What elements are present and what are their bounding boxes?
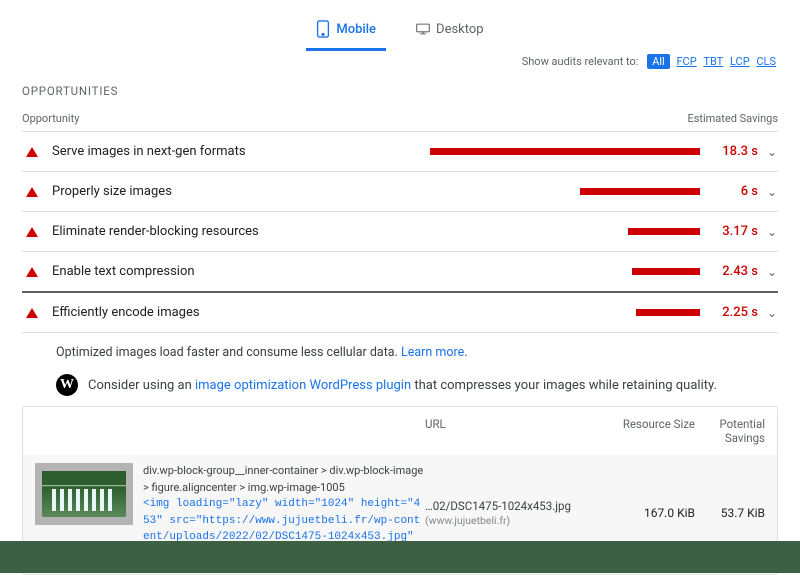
filter-label: Show audits relevant to: xyxy=(522,55,639,68)
col-savings: Potential Savings xyxy=(695,417,765,445)
opportunities-section: OPPORTUNITIES Opportunity Estimated Savi… xyxy=(0,84,800,396)
wp-pre-text: Consider using an xyxy=(88,378,195,393)
chevron-down-icon: ⌄ xyxy=(766,265,778,279)
opportunity-label: Properly size images xyxy=(52,184,372,199)
opportunity-row[interactable]: Enable text compression 2.43 s ⌄ xyxy=(22,252,778,293)
potential-savings: 53.7 KiB xyxy=(695,506,765,520)
tab-desktop[interactable]: Desktop xyxy=(406,14,494,51)
mobile-icon xyxy=(316,20,330,38)
tab-desktop-label: Desktop xyxy=(436,22,484,37)
warning-icon xyxy=(26,308,38,318)
resource-url[interactable]: …02/DSC1475-1024x453.jpg (www.jujuetbeli… xyxy=(425,499,595,527)
savings-value: 6 s xyxy=(706,184,758,199)
warning-icon xyxy=(26,267,38,277)
savings-bar-area xyxy=(372,148,700,155)
subhead-savings: Estimated Savings xyxy=(687,112,778,125)
chevron-down-icon: ⌄ xyxy=(766,306,778,320)
section-title: OPPORTUNITIES xyxy=(22,84,778,98)
wp-post-text: that compresses your images while retain… xyxy=(411,378,717,393)
section-subhead: Opportunity Estimated Savings xyxy=(22,112,778,131)
opportunity-row[interactable]: Properly size images 6 s ⌄ xyxy=(22,172,778,212)
resource-size: 167.0 KiB xyxy=(595,506,695,520)
desktop-icon xyxy=(416,20,430,38)
warning-icon xyxy=(26,187,38,197)
savings-value: 3.17 s xyxy=(706,224,758,239)
url-file: …02/DSC1475-1024x453.jpg xyxy=(425,499,571,513)
filter-all[interactable]: All xyxy=(647,54,670,69)
opportunity-label: Efficiently encode images xyxy=(52,305,372,320)
detail-desc: Optimized images load faster and consume… xyxy=(56,345,401,360)
url-host: (www.jujuetbeli.fr) xyxy=(425,514,510,527)
opportunity-list: Serve images in next-gen formats 18.3 s … xyxy=(22,131,778,333)
chevron-down-icon: ⌄ xyxy=(766,145,778,159)
table-header: URL Resource Size Potential Savings xyxy=(23,407,777,455)
filter-lcp[interactable]: LCP xyxy=(730,55,750,68)
dom-path: div.wp-block-group__inner-container > di… xyxy=(143,463,425,496)
opportunity-row-expanded[interactable]: Efficiently encode images 2.25 s ⌄ xyxy=(22,293,778,333)
savings-bar xyxy=(580,188,700,195)
warning-icon xyxy=(26,227,38,237)
savings-bar-area xyxy=(372,228,700,235)
wordpress-suggestion: W Consider using an image optimization W… xyxy=(56,374,778,396)
opportunity-detail: Optimized images load faster and consume… xyxy=(22,333,778,396)
filter-fcp[interactable]: FCP xyxy=(676,55,696,68)
col-size: Resource Size xyxy=(595,417,695,445)
savings-value: 2.43 s xyxy=(706,264,758,279)
opportunity-row[interactable]: Eliminate render-blocking resources 3.17… xyxy=(22,212,778,252)
savings-value: 18.3 s xyxy=(706,144,758,159)
subhead-opportunity: Opportunity xyxy=(22,112,79,125)
chevron-down-icon: ⌄ xyxy=(766,225,778,239)
savings-bar xyxy=(632,268,700,275)
savings-bar xyxy=(430,148,700,155)
savings-bar-area xyxy=(372,268,700,275)
footer-bar xyxy=(0,541,800,573)
filter-cls[interactable]: CLS xyxy=(756,55,776,68)
savings-bar xyxy=(628,228,700,235)
resource-thumbnail[interactable] xyxy=(35,463,133,525)
opportunity-label: Enable text compression xyxy=(52,264,372,279)
savings-value: 2.25 s xyxy=(706,305,758,320)
col-url: URL xyxy=(425,417,595,445)
savings-bar-area xyxy=(372,309,700,316)
device-tabs: Mobile Desktop xyxy=(0,0,800,51)
wp-plugin-link[interactable]: image optimization WordPress plugin xyxy=(195,378,411,393)
opportunity-label: Eliminate render-blocking resources xyxy=(52,224,372,239)
savings-bar xyxy=(636,309,700,316)
warning-icon xyxy=(26,147,38,157)
tab-mobile-label: Mobile xyxy=(336,22,376,37)
opportunity-label: Serve images in next-gen formats xyxy=(52,144,372,159)
opportunity-row[interactable]: Serve images in next-gen formats 18.3 s … xyxy=(22,132,778,172)
wordpress-icon: W xyxy=(56,374,78,396)
filter-tbt[interactable]: TBT xyxy=(703,55,723,68)
tab-mobile[interactable]: Mobile xyxy=(306,14,386,51)
savings-bar-area xyxy=(372,188,700,195)
learn-more-link[interactable]: Learn more xyxy=(401,345,464,360)
audit-filter-row: Show audits relevant to: All FCP TBT LCP… xyxy=(0,51,800,78)
chevron-down-icon: ⌄ xyxy=(766,185,778,199)
